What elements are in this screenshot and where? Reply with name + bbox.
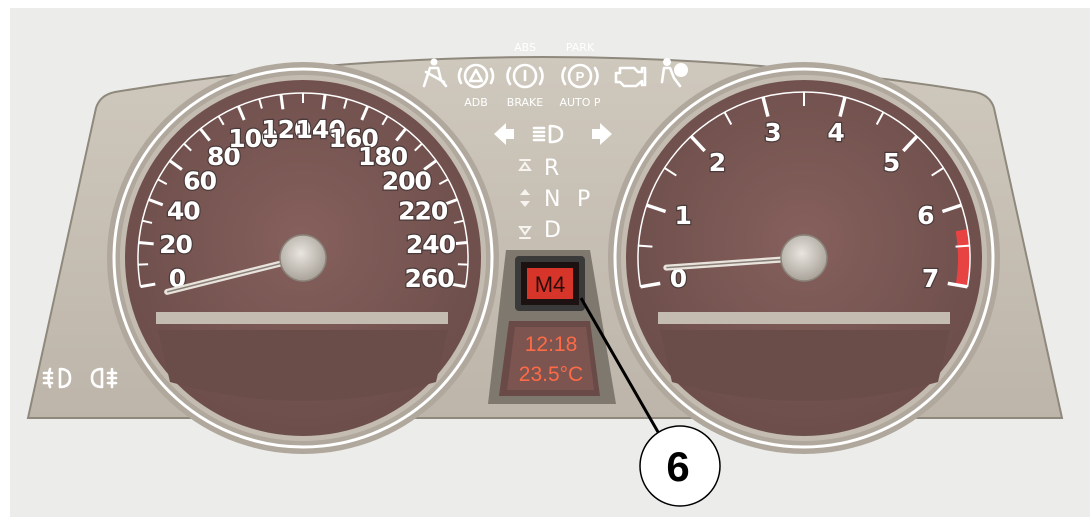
tachometer-label: 5 <box>883 148 899 177</box>
speedometer: 020406080100120140160180200220240260 <box>107 62 499 454</box>
tachometer-tick <box>955 244 970 248</box>
auto-p-label: AUTO P <box>559 96 600 109</box>
tachometer-redline <box>955 229 970 287</box>
speedometer-hub <box>279 234 327 282</box>
tachometer-hub <box>780 234 828 282</box>
svg-text:P: P <box>576 69 585 84</box>
gear-d: D <box>544 218 561 243</box>
speedometer-label: 200 <box>382 166 432 195</box>
gear-display-value: M4 <box>535 272 566 297</box>
tachometer-label: 3 <box>764 118 780 147</box>
abs-label: ABS <box>514 41 536 54</box>
callout-number: 6 <box>666 443 689 490</box>
time-display: 12:18 <box>525 333 578 356</box>
park-label: PARK <box>566 41 595 54</box>
gear-display: M4 <box>515 256 585 311</box>
tachometer-label: 6 <box>917 201 934 230</box>
tachometer-label: 2 <box>709 148 725 177</box>
brake-label: BRAKE <box>507 96 543 109</box>
tachometer-label: 7 <box>922 264 938 293</box>
info-display: 12:18 23.5°C <box>499 321 600 396</box>
speedometer-tick <box>138 241 154 246</box>
redline-band <box>955 229 970 287</box>
speedometer-tick <box>279 94 285 110</box>
instrument-cluster: 020406080100120140160180200220240260 012… <box>10 8 1090 517</box>
adb-label: ADB <box>464 96 488 109</box>
speedometer-label: 220 <box>398 197 448 226</box>
gear-r: R <box>544 156 559 181</box>
speedometer-tick <box>321 94 327 110</box>
tachometer-divider <box>658 312 950 324</box>
speedometer-label: 60 <box>183 166 216 195</box>
speedometer-divider <box>156 312 448 324</box>
tachometer-tick <box>638 244 653 248</box>
speedometer-label: 40 <box>167 197 200 226</box>
gear-n: N <box>544 187 560 212</box>
speedometer-label: 260 <box>404 264 454 293</box>
tachometer-label: 1 <box>674 201 690 230</box>
tachometer: 0123 4567 <box>608 62 1000 454</box>
temperature-display: 23.5°C <box>519 363 583 386</box>
speedometer-label: 240 <box>406 230 456 259</box>
gear-p: P <box>577 187 590 212</box>
tachometer-label: 4 <box>827 118 844 147</box>
speedometer-label: 20 <box>159 230 192 259</box>
